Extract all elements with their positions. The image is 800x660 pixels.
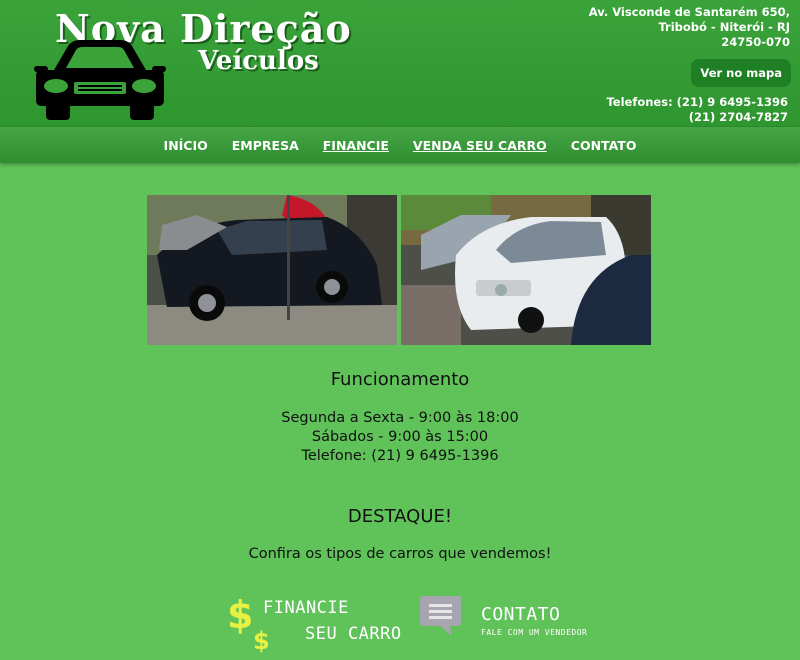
nav-empresa[interactable]: EMPRESA xyxy=(232,138,299,153)
logo-subtitle[interactable]: Veículos xyxy=(198,46,319,76)
nav-financie[interactable]: FINANCIE xyxy=(323,138,389,153)
featured-subtitle: Confira os tipos de carros que vendemos! xyxy=(248,546,552,562)
car-logo-icon[interactable] xyxy=(34,40,166,122)
main-nav: INÍCIO EMPRESA FINANCIE VENDA SEU CARRO … xyxy=(0,127,800,163)
map-button[interactable]: Ver no mapa xyxy=(691,59,791,87)
chat-bubble-icon xyxy=(420,596,461,636)
car-photo-white-hatchback xyxy=(401,195,651,345)
photo-gallery xyxy=(147,195,651,345)
contact-promo-title: CONTATO xyxy=(481,604,561,625)
hours-title: Funcionamento xyxy=(330,369,470,390)
site-header: Nova Direção Veículos Av. Visconde de Sa… xyxy=(0,0,800,127)
finance-promo-line1: FINANCIE xyxy=(263,598,349,618)
car-photo-dark-sedan xyxy=(147,195,397,345)
svg-text:$: $ xyxy=(227,594,253,637)
featured-title: DESTAQUE! xyxy=(347,506,453,527)
nav-contato[interactable]: CONTATO xyxy=(571,138,637,153)
phone-numbers: Telefones: (21) 9 6495-1396 (21) 2704-78… xyxy=(606,95,788,124)
svg-text:$: $ xyxy=(253,627,270,654)
contact-promo-subtitle: FALE COM UM VENDEDOR xyxy=(481,628,588,637)
finance-promo-line2: SEU CARRO xyxy=(305,624,402,644)
nav-inicio[interactable]: INÍCIO xyxy=(164,138,208,153)
business-hours: Segunda a Sexta - 9:00 às 18:00 Sábados … xyxy=(281,410,519,464)
address: Av. Visconde de Santarém 650, Tribobó - … xyxy=(588,5,790,49)
nav-venda-seu-carro[interactable]: VENDA SEU CARRO xyxy=(413,138,547,153)
